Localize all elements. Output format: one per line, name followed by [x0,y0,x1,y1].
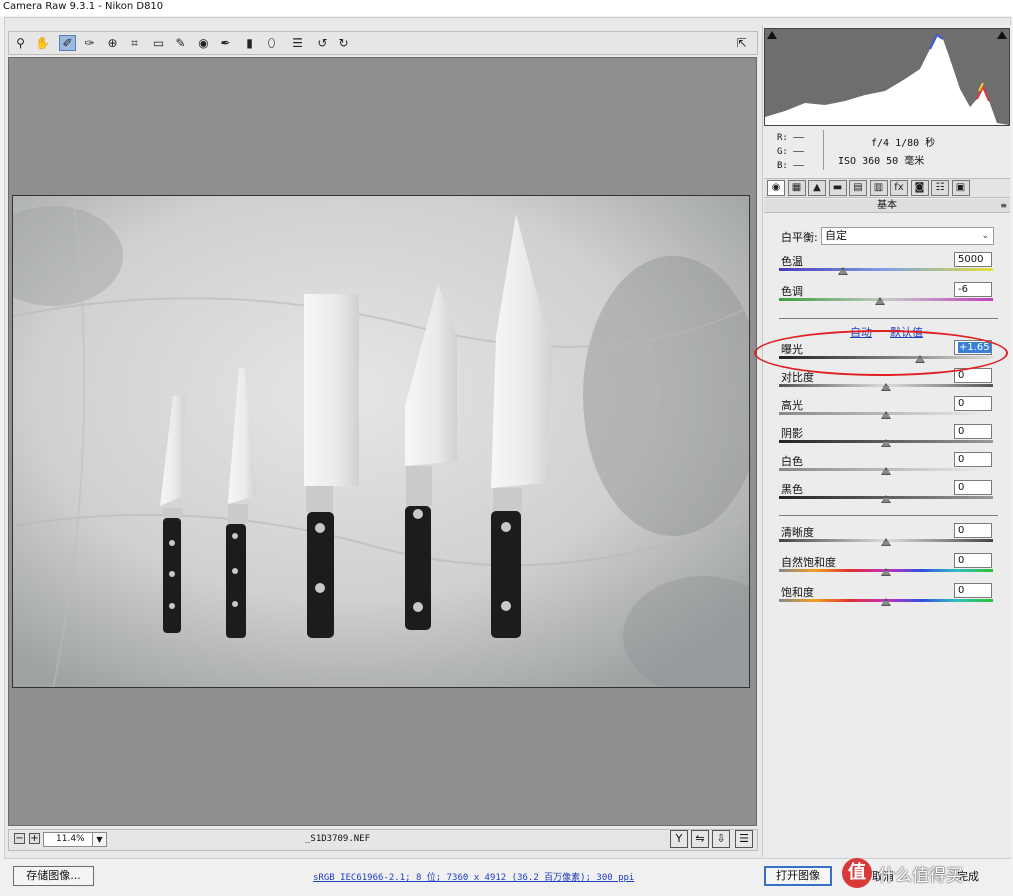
blacks-value-input[interactable]: 0 [954,480,992,495]
toolbar: ⚲ ✋ ✐ ✑ ⊕ ⌗ ▭ ✎ ◉ ✒ ▮ ⬯ ☰ ↺ ↻ ⇱ [8,31,758,55]
saturation-slider-thumb[interactable] [881,598,891,606]
contrast-slider-thumb[interactable] [881,383,891,391]
chevron-down-icon: ⌄ [981,231,989,241]
red-eye-tool-icon[interactable]: ◉ [195,35,212,51]
save-image-button[interactable]: 存储图像... [13,866,94,886]
clarity-label: 清晰度 [781,526,814,539]
tint-slider-track[interactable] [779,298,993,301]
hsl-tab[interactable]: ▬ [828,180,847,196]
radial-filter-icon[interactable]: ⬯ [263,35,280,51]
watermark-text: 什么值得买 [878,865,963,886]
view-toggle-button[interactable]: Y [670,830,688,848]
tint-slider-thumb[interactable] [874,297,885,305]
watermark-logo: 值 [842,858,872,888]
zoom-in-button[interactable]: + [29,833,40,844]
blacks-label: 黑色 [781,483,803,496]
shadow-clipping-icon[interactable] [767,31,777,39]
panel-tabs: ◉ ▦ ▲ ▬ ▤ ▥ fx ◙ ☷ ▣ [764,178,1010,198]
highlights-slider-thumb[interactable] [881,411,891,419]
white-balance-label: 白平衡: [781,231,818,244]
red-readout: R: —— [777,133,805,143]
preferences-icon[interactable]: ☰ [289,35,306,51]
vibrance-label: 自然饱和度 [781,556,836,569]
detail-tab[interactable]: ▲ [808,180,826,196]
whites-value-input[interactable]: 0 [954,452,992,467]
hand-tool-icon[interactable]: ✋ [34,35,51,51]
split-toning-tab[interactable]: ▤ [849,180,867,196]
fullscreen-toggle-icon[interactable]: ⇱ [733,35,750,51]
tone-curve-tab[interactable]: ▦ [787,180,806,196]
panel-menu-icon[interactable]: ≡ [1000,199,1007,212]
white-balance-tool-icon[interactable]: ✐ [59,35,76,51]
copy-settings-button[interactable]: ⇩ [712,830,730,848]
highlights-value-input[interactable]: 0 [954,396,992,411]
rotate-ccw-icon[interactable]: ↺ [314,35,331,51]
window-title: Camera Raw 9.3.1 - Nikon D810 [0,0,1013,16]
panel-title: 基本 ≡ [764,199,1010,213]
preview-settings-button[interactable]: ☰ [735,830,753,848]
divider [823,130,824,170]
shadows-value-input[interactable]: 0 [954,424,992,439]
lens-corrections-tab[interactable]: ▥ [869,180,888,196]
vibrance-slider-thumb[interactable] [881,568,891,576]
presets-tab[interactable]: ☷ [931,180,949,196]
preview-image [12,195,750,688]
shadows-slider-thumb[interactable] [881,439,891,447]
effects-tab[interactable]: fx [890,180,908,196]
temperature-value-input[interactable]: 5000 [954,252,992,267]
color-sampler-tool-icon[interactable]: ✑ [81,35,98,51]
highlights-label: 高光 [781,399,803,412]
knives-photo [13,196,749,687]
section-divider [779,318,998,319]
chevron-down-icon: ▼ [92,833,106,846]
watermark: 值 什么值得买 [842,854,1012,892]
annotation-highlight [754,330,1008,376]
clarity-slider-thumb[interactable] [881,538,891,546]
temperature-label: 色温 [781,255,803,268]
whites-label: 白色 [781,455,803,468]
workflow-options-link[interactable]: sRGB IEC61966-2.1; 8 位; 7360 x 4912 (36.… [313,870,634,883]
blue-readout: B: —— [777,161,805,171]
status-bar [8,829,758,851]
zoom-out-button[interactable]: − [14,833,25,844]
spot-removal-tool-icon[interactable]: ✎ [172,35,189,51]
camera-calibration-tab[interactable]: ◙ [910,180,929,196]
saturation-value-input[interactable]: 0 [954,583,992,598]
highlight-clipping-icon[interactable] [997,31,1007,39]
rotate-cw-icon[interactable]: ↻ [335,35,352,51]
histogram [764,28,1010,126]
targeted-adjustment-tool-icon[interactable]: ⊕ [104,35,121,51]
tint-value-input[interactable]: -6 [954,282,992,297]
saturation-label: 饱和度 [781,586,814,599]
adjustment-brush-icon[interactable]: ✒ [217,35,234,51]
zoom-tool-icon[interactable]: ⚲ [12,35,29,51]
vibrance-value-input[interactable]: 0 [954,553,992,568]
file-name: _S1D3709.NEF [305,834,371,844]
crop-tool-icon[interactable]: ⌗ [126,35,143,51]
tint-label: 色调 [781,285,803,298]
zoom-level-select[interactable]: 11.4% ▼ [43,832,107,847]
graduated-filter-icon[interactable]: ▮ [241,35,258,51]
snapshots-tab[interactable]: ▣ [951,180,970,196]
section-divider [779,515,998,516]
iso-focal-length: ISO 360 50 毫米 [838,156,925,167]
temperature-slider-thumb[interactable] [838,267,849,275]
clarity-value-input[interactable]: 0 [954,523,992,538]
open-image-button[interactable]: 打开图像 [764,866,832,886]
basic-tab[interactable]: ◉ [767,180,785,196]
white-balance-select[interactable]: 自定 ⌄ [821,227,994,245]
aperture-shutter: f/4 1/80 秒 [871,138,936,149]
zoom-level-value: 11.4% [56,834,85,844]
blacks-slider-thumb[interactable] [881,495,891,503]
green-readout: G: —— [777,147,805,157]
before-after-swap-button[interactable]: ⇋ [691,830,709,848]
straighten-tool-icon[interactable]: ▭ [150,35,167,51]
camera-info: f/4 1/80 秒 ISO 360 50 毫米 [838,135,935,171]
shadows-label: 阴影 [781,427,803,440]
rgb-readout: R: —— G: —— B: —— [777,131,804,173]
temperature-slider-track[interactable] [779,268,993,271]
whites-slider-thumb[interactable] [881,467,891,475]
